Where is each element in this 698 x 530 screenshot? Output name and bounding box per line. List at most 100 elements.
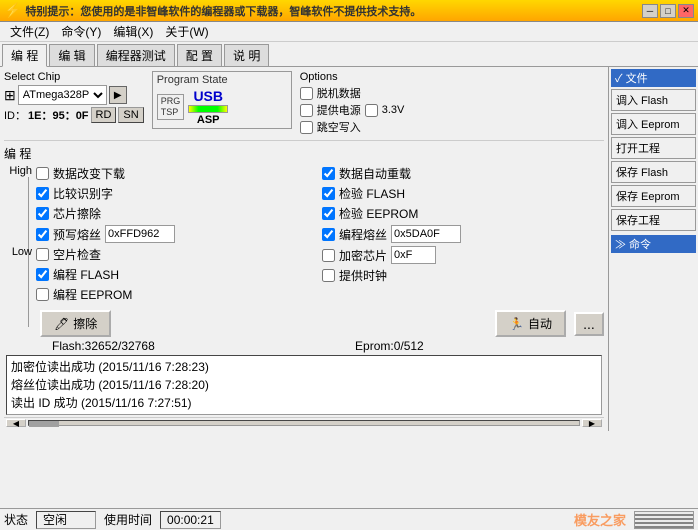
select-chip-label: Select Chip — [4, 71, 144, 83]
tab-description[interactable]: 说 明 — [224, 44, 269, 66]
log-line-1: 熔丝位读出成功 (2015/11/16 7:28:20) — [11, 376, 597, 394]
tab-config[interactable]: 配 置 — [177, 44, 222, 66]
menu-edit[interactable]: 编辑(X) — [107, 22, 159, 41]
erase-button[interactable]: 🖊 擦除 — [40, 310, 111, 337]
app-icon: ⚡ — [4, 2, 21, 19]
checkboxes-left: 数据改变下载 比较识别字 芯片擦除 预写熔丝 空片检查 — [36, 165, 318, 306]
qr-code — [634, 511, 694, 529]
sidebar-save-flash[interactable]: 保存 Flash — [611, 161, 696, 183]
erase-label: 擦除 — [73, 315, 97, 332]
opt-skip-write-checkbox[interactable] — [300, 121, 313, 134]
sidebar-cmd-header: ≫ 命令 — [611, 235, 696, 253]
auto-button[interactable]: 🏃 自动 — [495, 310, 566, 337]
menu-file[interactable]: 文件(Z) — [4, 22, 55, 41]
dots-button[interactable]: ... — [574, 312, 604, 336]
cb-program-flash[interactable] — [36, 268, 49, 281]
minimize-button[interactable]: ─ — [642, 4, 658, 18]
state-label: 状态 — [4, 511, 28, 528]
tab-program[interactable]: 编 程 — [2, 44, 47, 67]
sidebar-save-eeprom[interactable]: 保存 Eeprom — [611, 185, 696, 207]
sidebar-load-flash[interactable]: 调入 Flash — [611, 89, 696, 111]
opt-3v3-label: 3.3V — [382, 104, 405, 116]
tab-programmer-test[interactable]: 编程器测试 — [97, 44, 175, 66]
menu-cmd[interactable]: 命令(Y) — [55, 22, 107, 41]
auto-label: 自动 — [528, 315, 552, 332]
opt-3v3-checkbox[interactable] — [365, 104, 378, 117]
level-low-label: Low — [12, 246, 32, 258]
cb-compare-id-label: 比较识别字 — [53, 185, 113, 202]
cb-program-eeprom-label: 编程 EEPROM — [53, 286, 132, 303]
cb-auto-reload[interactable] — [322, 167, 335, 180]
usb-label: USB — [193, 88, 223, 104]
scrollbar-track[interactable] — [28, 420, 580, 426]
scroll-right-button[interactable]: ▶ — [582, 419, 602, 427]
state-value: 空闲 — [36, 511, 96, 529]
sidebar-open-project[interactable]: 打开工程 — [611, 137, 696, 159]
erase-icon: 🖊 — [54, 317, 69, 331]
cb-program-fuse-label: 编程熔丝 — [339, 226, 387, 243]
checkboxes-right: 数据自动重载 检验 FLASH 检验 EEPROM 编程熔丝 加密 — [322, 165, 604, 306]
rd-button[interactable]: RD — [91, 107, 117, 123]
cb-provide-clock[interactable] — [322, 269, 335, 282]
cb-compare-id[interactable] — [36, 187, 49, 200]
biancheng-label: 编 程 — [4, 145, 604, 162]
cb-data-change-download-label: 数据改变下载 — [53, 165, 125, 182]
chip-icon: ⊞ — [4, 87, 16, 104]
id-value: 1E：95：0F — [28, 107, 89, 123]
pre-write-fuse-value[interactable] — [105, 225, 175, 243]
cb-pre-write-fuse[interactable] — [36, 228, 49, 241]
opt-power-checkbox[interactable] — [300, 104, 313, 117]
cb-encrypt-chip-label: 加密芯片 — [339, 247, 387, 264]
opt-power-label: 提供电源 — [317, 102, 361, 118]
status-bar: 状态 空闲 使用时间 00:00:21 模友之家 — [0, 508, 698, 530]
scrollbar-thumb[interactable] — [29, 421, 59, 427]
right-sidebar: ✓ 文件 调入 Flash 调入 Eeprom 打开工程 保存 Flash 保存… — [608, 67, 698, 431]
chip-arrow-button[interactable]: ▶ — [109, 86, 127, 104]
time-value: 00:00:21 — [160, 511, 221, 529]
watermark-text: 模友之家 — [574, 510, 626, 529]
sidebar-save-project[interactable]: 保存工程 — [611, 209, 696, 231]
eprom-info: Eprom:0/512 — [355, 339, 424, 353]
cb-program-eeprom[interactable] — [36, 288, 49, 301]
cb-provide-clock-label: 提供时钟 — [339, 267, 387, 284]
cb-auto-reload-label: 数据自动重载 — [339, 165, 411, 182]
sidebar-load-eeprom[interactable]: 调入 Eeprom — [611, 113, 696, 135]
cb-blank-check-label: 空片检查 — [53, 246, 101, 263]
flash-info: Flash:32652/32768 — [52, 339, 155, 353]
chip-select[interactable]: ATmega328P ATmega328 ATmega168P — [18, 85, 107, 105]
cb-chip-erase[interactable] — [36, 207, 49, 220]
cb-program-fuse[interactable] — [322, 228, 335, 241]
warning-text: 特别提示：您使用的是非智峰软件的编程器或下载器，智峰软件不提供技术支持。 — [25, 3, 642, 19]
sidebar-files-header: ✓ 文件 — [611, 69, 696, 87]
restore-button[interactable]: □ — [660, 4, 676, 18]
top-row: Select Chip ⊞ ATmega328P ATmega328 ATmeg… — [4, 71, 604, 141]
cb-encrypt-chip[interactable] — [322, 249, 335, 262]
opt-offline-data-checkbox[interactable] — [300, 87, 313, 100]
cb-program-flash-label: 编程 FLASH — [53, 266, 119, 283]
scroll-left-button[interactable]: ◀ — [6, 419, 26, 427]
checkboxes-area: High Low 数据改变下载 比较识别字 芯片擦除 — [4, 165, 604, 306]
auto-icon: 🏃 — [509, 317, 524, 331]
sn-button[interactable]: SN — [118, 107, 143, 123]
scrollbar-area[interactable]: ◀ ▶ — [4, 417, 604, 427]
level-high-label: High — [9, 165, 32, 177]
opt-skip-write-label: 跳空写入 — [317, 119, 361, 135]
info-row: Flash:32652/32768 Eprom:0/512 — [4, 339, 604, 353]
prg-tsp-indicator: PRG TSP — [157, 94, 185, 120]
close-button[interactable]: ✕ — [678, 4, 694, 18]
cb-verify-eeprom[interactable] — [322, 207, 335, 220]
cb-verify-flash-label: 检验 FLASH — [339, 185, 405, 202]
opt-offline-data-label: 脱机数据 — [317, 85, 361, 101]
log-section: 加密位读出成功 (2015/11/16 7:28:23) 熔丝位读出成功 (20… — [6, 355, 602, 415]
tab-bar: 编 程 编 辑 编程器测试 配 置 说 明 — [0, 42, 698, 67]
cb-data-change-download[interactable] — [36, 167, 49, 180]
cb-verify-flash[interactable] — [322, 187, 335, 200]
left-panel: Select Chip ⊞ ATmega328P ATmega328 ATmeg… — [0, 67, 608, 431]
menu-about[interactable]: 关于(W) — [159, 22, 214, 41]
tab-edit[interactable]: 编 辑 — [49, 44, 94, 66]
cb-blank-check[interactable] — [36, 248, 49, 261]
log-line-2: 读出 ID 成功 (2015/11/16 7:27:51) — [11, 394, 597, 412]
program-fuse-value[interactable] — [391, 225, 461, 243]
encrypt-chip-value[interactable] — [391, 246, 436, 264]
time-label: 使用时间 — [104, 511, 152, 528]
